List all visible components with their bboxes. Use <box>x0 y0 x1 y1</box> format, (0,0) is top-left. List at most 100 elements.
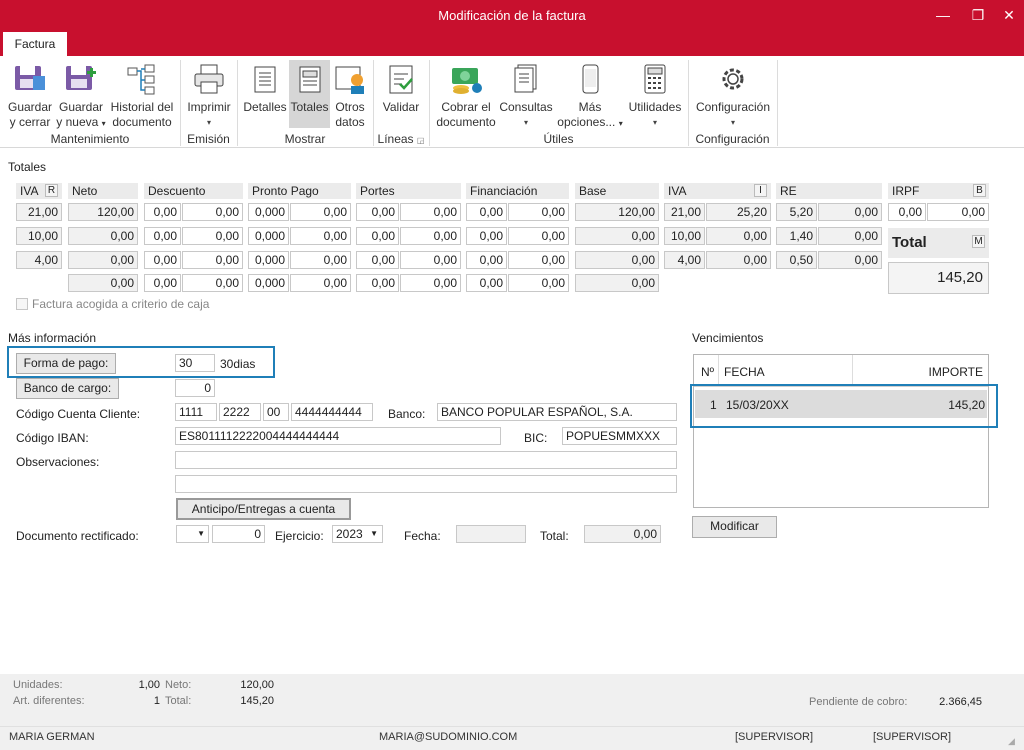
descuento-percent[interactable]: 0,00 <box>144 227 181 245</box>
modificar-button[interactable]: Modificar <box>692 516 777 538</box>
utilidades-label: Utilidades <box>628 100 682 114</box>
neto-footer-label: Neto: <box>165 679 192 691</box>
financiacion-percent[interactable]: 0,00 <box>466 227 507 245</box>
resize-grip-icon[interactable]: ◢ <box>1008 736 1015 747</box>
ccc-dc[interactable]: 00 <box>263 403 289 421</box>
totales-button[interactable]: Totales <box>289 60 330 128</box>
total-rect-value: 0,00 <box>584 525 661 543</box>
descuento-value[interactable]: 0,00 <box>182 227 243 245</box>
ccc-cuenta[interactable]: 4444444444 <box>291 403 373 421</box>
financiacion-percent[interactable]: 0,00 <box>466 203 507 221</box>
ejercicio-select[interactable]: 2023 ▼ <box>332 525 383 543</box>
doc-rect-number[interactable]: 0 <box>212 525 265 543</box>
iva-value: 0,00 <box>706 227 771 245</box>
consultas-button[interactable]: Consultas ▾ <box>498 62 554 130</box>
historial-label2: documento <box>112 115 172 129</box>
anticipo-button[interactable]: Anticipo/Entregas a cuenta <box>176 498 351 520</box>
utilidades-button[interactable]: Utilidades ▾ <box>626 62 684 130</box>
pronto-pago-value[interactable]: 0,00 <box>290 203 351 221</box>
imprimir-button[interactable]: Imprimir ▾ <box>184 62 234 130</box>
observaciones-field-1[interactable] <box>175 451 677 469</box>
header-neto: Neto <box>68 183 138 199</box>
portes-value[interactable]: 0,00 <box>400 251 461 269</box>
pronto-pago-value[interactable]: 0,00 <box>290 227 351 245</box>
banco-cargo-value[interactable]: 0 <box>175 379 215 397</box>
descuento-percent[interactable]: 0,00 <box>144 203 181 221</box>
iva-r-button[interactable]: R <box>45 184 58 197</box>
group-configuracion: Configuración <box>695 132 770 146</box>
portes-percent[interactable]: 0,00 <box>356 251 399 269</box>
portes-percent[interactable]: 0,00 <box>356 227 399 245</box>
total-label: Total <box>892 234 927 251</box>
financiacion-value[interactable]: 0,00 <box>508 251 569 269</box>
validar-button[interactable]: Validar <box>378 62 424 115</box>
portes-percent[interactable]: 0,00 <box>356 203 399 221</box>
pronto-pago-value[interactable]: 0,00 <box>290 274 351 292</box>
guardar-nueva-button[interactable]: Guardar y nueva ▾ <box>56 62 106 131</box>
historial-button[interactable]: Historial del documento <box>106 62 178 130</box>
total-m-button[interactable]: M <box>972 235 985 248</box>
neto-value: 0,00 <box>68 274 138 292</box>
pronto-pago-percent[interactable]: 0,000 <box>248 251 289 269</box>
window-title: Modificación de la factura <box>438 8 586 23</box>
financiacion-percent[interactable]: 0,00 <box>466 274 507 292</box>
financiacion-value[interactable]: 0,00 <box>508 274 569 292</box>
financiacion-percent[interactable]: 0,00 <box>466 251 507 269</box>
bic-field[interactable]: POPUESMMXXX <box>562 427 677 445</box>
portes-value[interactable]: 0,00 <box>400 203 461 221</box>
descuento-percent[interactable]: 0,00 <box>144 274 181 292</box>
portes-value[interactable]: 0,00 <box>400 227 461 245</box>
consultas-label: Consultas <box>499 100 553 114</box>
base-value: 0,00 <box>575 251 659 269</box>
mas-opciones-button[interactable]: Más opciones... ▾ <box>554 62 626 131</box>
caja-label: Factura acogida a criterio de caja <box>32 297 210 311</box>
forma-pago-code[interactable]: 30 <box>175 354 215 372</box>
printer-icon <box>194 64 224 94</box>
financiacion-value[interactable]: 0,00 <box>508 203 569 221</box>
guardar-cerrar-label1: Guardar <box>7 100 53 114</box>
pronto-pago-value[interactable]: 0,00 <box>290 251 351 269</box>
re-percent: 5,20 <box>776 203 817 221</box>
forma-pago-button[interactable]: Forma de pago: <box>16 353 116 374</box>
pronto-pago-percent[interactable]: 0,000 <box>248 227 289 245</box>
iban-field[interactable]: ES8011112222004444444444 <box>175 427 501 445</box>
guardar-cerrar-button[interactable]: Guardar y cerrar <box>4 62 56 130</box>
irpf-value[interactable]: 0,00 <box>927 203 989 221</box>
portes-value[interactable]: 0,00 <box>400 274 461 292</box>
financiacion-value[interactable]: 0,00 <box>508 227 569 245</box>
guardar-nueva-label1: Guardar <box>58 100 104 114</box>
ccc-oficina[interactable]: 2222 <box>219 403 261 421</box>
total-footer-value: 145,20 <box>240 695 274 707</box>
tab-factura[interactable]: Factura <box>3 32 67 57</box>
re-value: 0,00 <box>818 203 882 221</box>
descuento-value[interactable]: 0,00 <box>182 251 243 269</box>
banco-label: Banco: <box>388 407 426 421</box>
configuracion-button[interactable]: Configuración ▾ <box>692 62 774 130</box>
header-re: RE <box>776 183 882 199</box>
descuento-value[interactable]: 0,00 <box>182 274 243 292</box>
doc-rect-dropdown[interactable]: ▼ <box>176 525 209 543</box>
banco-cargo-button[interactable]: Banco de cargo: <box>16 378 119 399</box>
detalles-button[interactable]: Detalles <box>243 62 287 115</box>
pronto-pago-percent[interactable]: 0,000 <box>248 203 289 221</box>
cobrar-button[interactable]: Cobrar el documento <box>434 62 498 130</box>
irpf-b-button[interactable]: B <box>973 184 986 197</box>
unidades-value: 1,00 <box>138 679 160 691</box>
iva-percent: 21,00 <box>664 203 705 221</box>
ccc-entidad[interactable]: 1111 <box>175 403 217 421</box>
close-button[interactable]: ✕ <box>986 0 1024 32</box>
otros-datos-button[interactable]: Otros datos <box>332 62 368 130</box>
neto-value: 120,00 <box>68 203 138 221</box>
descuento-value[interactable]: 0,00 <box>182 203 243 221</box>
collect-icon <box>452 68 482 94</box>
iva-percent: 10,00 <box>664 227 705 245</box>
observaciones-field-2[interactable] <box>175 475 677 493</box>
iva-i-button[interactable]: I <box>754 184 767 197</box>
descuento-percent[interactable]: 0,00 <box>144 251 181 269</box>
guardar-nueva-label2: y nueva <box>56 115 99 129</box>
caja-checkbox[interactable] <box>16 298 28 310</box>
pronto-pago-percent[interactable]: 0,000 <box>248 274 289 292</box>
dialog-launcher-icon[interactable]: ◲ <box>417 136 425 145</box>
irpf-percent[interactable]: 0,00 <box>888 203 926 221</box>
portes-percent[interactable]: 0,00 <box>356 274 399 292</box>
